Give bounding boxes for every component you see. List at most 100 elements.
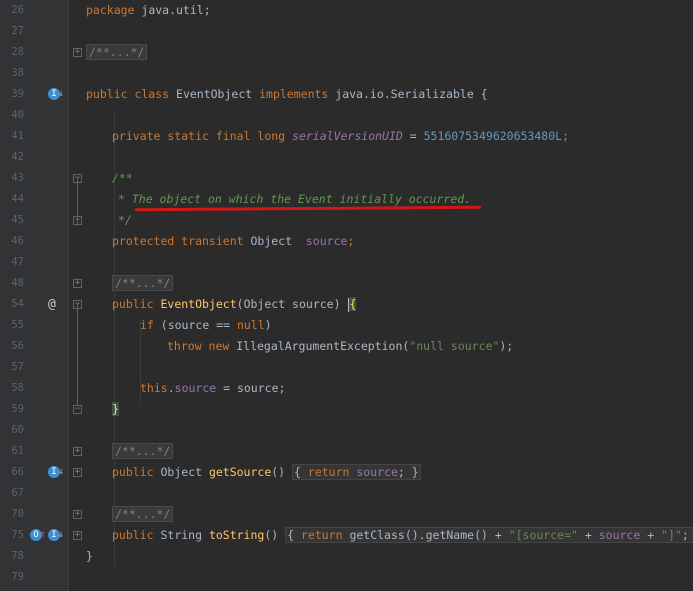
fold-end-icon[interactable]: − [73,216,82,225]
number-literal: 5516075349620653480L [423,129,563,143]
code-line[interactable]: 57 [0,357,693,378]
keyword: public [112,465,154,479]
code-line[interactable]: 70 + /**...*/ [0,504,693,525]
code-line[interactable]: 27 [0,21,693,42]
code-line[interactable]: 47 [0,252,693,273]
fold-expand-icon[interactable]: + [73,510,82,519]
doc-comment-end: */ [118,213,132,227]
code-editor[interactable]: 26 package java.util; 27 28 + /**...*/ 3… [0,0,693,591]
fold-expand-icon[interactable]: + [73,468,82,477]
type-name: Object [243,234,306,248]
code-line[interactable]: 42 [0,147,693,168]
line-number: 28 [11,46,24,58]
code-text: IllegalArgumentException( [229,339,410,353]
code-line[interactable]: 38 [0,63,693,84]
folded-method-body[interactable]: { return source; } [292,464,421,480]
fold-expand-icon[interactable]: + [73,531,82,540]
code-line[interactable]: 48 + /**...*/ [0,273,693,294]
code-text: java.io.Serializable { [328,87,488,101]
doc-comment-start: /** [112,171,133,185]
code-line[interactable]: 66 I ↓ + public Object getSource() { ret… [0,462,693,483]
folded-method-body[interactable]: { return getClass().getName() + "[source… [285,527,693,543]
code-line[interactable]: 56 throw new IllegalArgumentException("n… [0,336,693,357]
string-literal: "null source" [409,339,500,353]
code-line[interactable]: 45 − */ [0,210,693,231]
line-number: 39 [11,88,24,100]
line-number: 59 [11,403,24,415]
fold-expand-icon[interactable]: + [73,447,82,456]
down-arrow-icon: ↓ [58,466,65,477]
code-text: + [640,528,662,542]
code-text: ; } [681,528,689,542]
line-number: 61 [11,445,24,457]
code-text: ; } [397,465,419,479]
code-line[interactable]: 59 − } [0,399,693,420]
line-number: 66 [11,466,24,478]
at-annotation-icon[interactable]: @ [48,294,56,315]
code-line[interactable]: 39 I ↓ public class EventObject implemen… [0,84,693,105]
line-number: 54 [11,298,24,310]
line-number: 42 [11,151,24,163]
dot: . [167,381,175,395]
code-line[interactable]: 41 private static final long serialVersi… [0,126,693,147]
line-number: 70 [11,508,24,520]
code-text: getClass().getName() + [342,528,509,542]
line-number: 78 [11,550,24,562]
code-line[interactable]: 78 } [0,546,693,567]
code-line[interactable]: 55 if (source == null) [0,315,693,336]
code-line[interactable]: 58 this.source = source; [0,378,693,399]
fold-expand-icon[interactable]: + [73,48,82,57]
brace: { [287,528,301,542]
fold-collapse-icon[interactable]: − [73,174,82,183]
line-number: 67 [11,487,24,499]
field-name: source [598,528,641,542]
code-line[interactable]: 28 + /**...*/ [0,42,693,63]
code-line[interactable]: 75 O ↑ I ↓ + public String toString() { … [0,525,693,546]
keyword: if [140,318,154,332]
line-number: 48 [11,277,24,289]
line-number: 47 [11,256,24,268]
line-number: 57 [11,361,24,373]
keyword: public [112,297,154,311]
code-line[interactable]: 40 [0,105,693,126]
code-text: + [577,528,599,542]
keyword: null [236,318,265,332]
code-text: (Object source) [236,297,348,311]
folded-doc-comment[interactable]: /**...*/ [86,44,148,60]
class-name: EventObject [169,87,260,101]
line-number: 26 [11,4,24,16]
code-text: () [271,465,293,479]
code-line[interactable]: 61 + /**...*/ [0,441,693,462]
keyword: public [112,528,154,542]
method-name: toString [208,528,265,542]
brace: { [294,465,308,479]
code-line[interactable]: 46 protected transient Object source; [0,231,693,252]
code-text: (source == [153,318,237,332]
code-line[interactable]: 43 − /** [0,168,693,189]
code-line[interactable]: 54 @ − public EventObject(Object source)… [0,294,693,315]
code-line[interactable]: 67 [0,483,693,504]
type-name: String [153,528,209,542]
keyword: public class [86,87,170,101]
method-name: getSource [208,465,272,479]
fold-expand-icon[interactable]: + [73,279,82,288]
string-literal: "]" [661,528,682,542]
code-text: java.util; [134,3,211,17]
keyword: protected transient [112,234,244,248]
folded-doc-comment[interactable]: /**...*/ [112,275,174,291]
folded-doc-comment[interactable]: /**...*/ [112,443,174,459]
code-line[interactable]: 26 package java.util; [0,0,693,21]
line-number: 60 [11,424,24,436]
keyword: package [86,3,135,17]
method-name: EventObject [160,297,237,311]
matched-brace: { [349,297,357,311]
fold-end-icon[interactable]: − [73,405,82,414]
code-line[interactable]: 79 [0,567,693,588]
line-number: 41 [11,130,24,142]
folded-doc-comment[interactable]: /**...*/ [112,506,174,522]
line-number: 56 [11,340,24,352]
code-line[interactable]: 60 [0,420,693,441]
line-number: 38 [11,67,24,79]
fold-collapse-icon[interactable]: − [73,300,82,309]
